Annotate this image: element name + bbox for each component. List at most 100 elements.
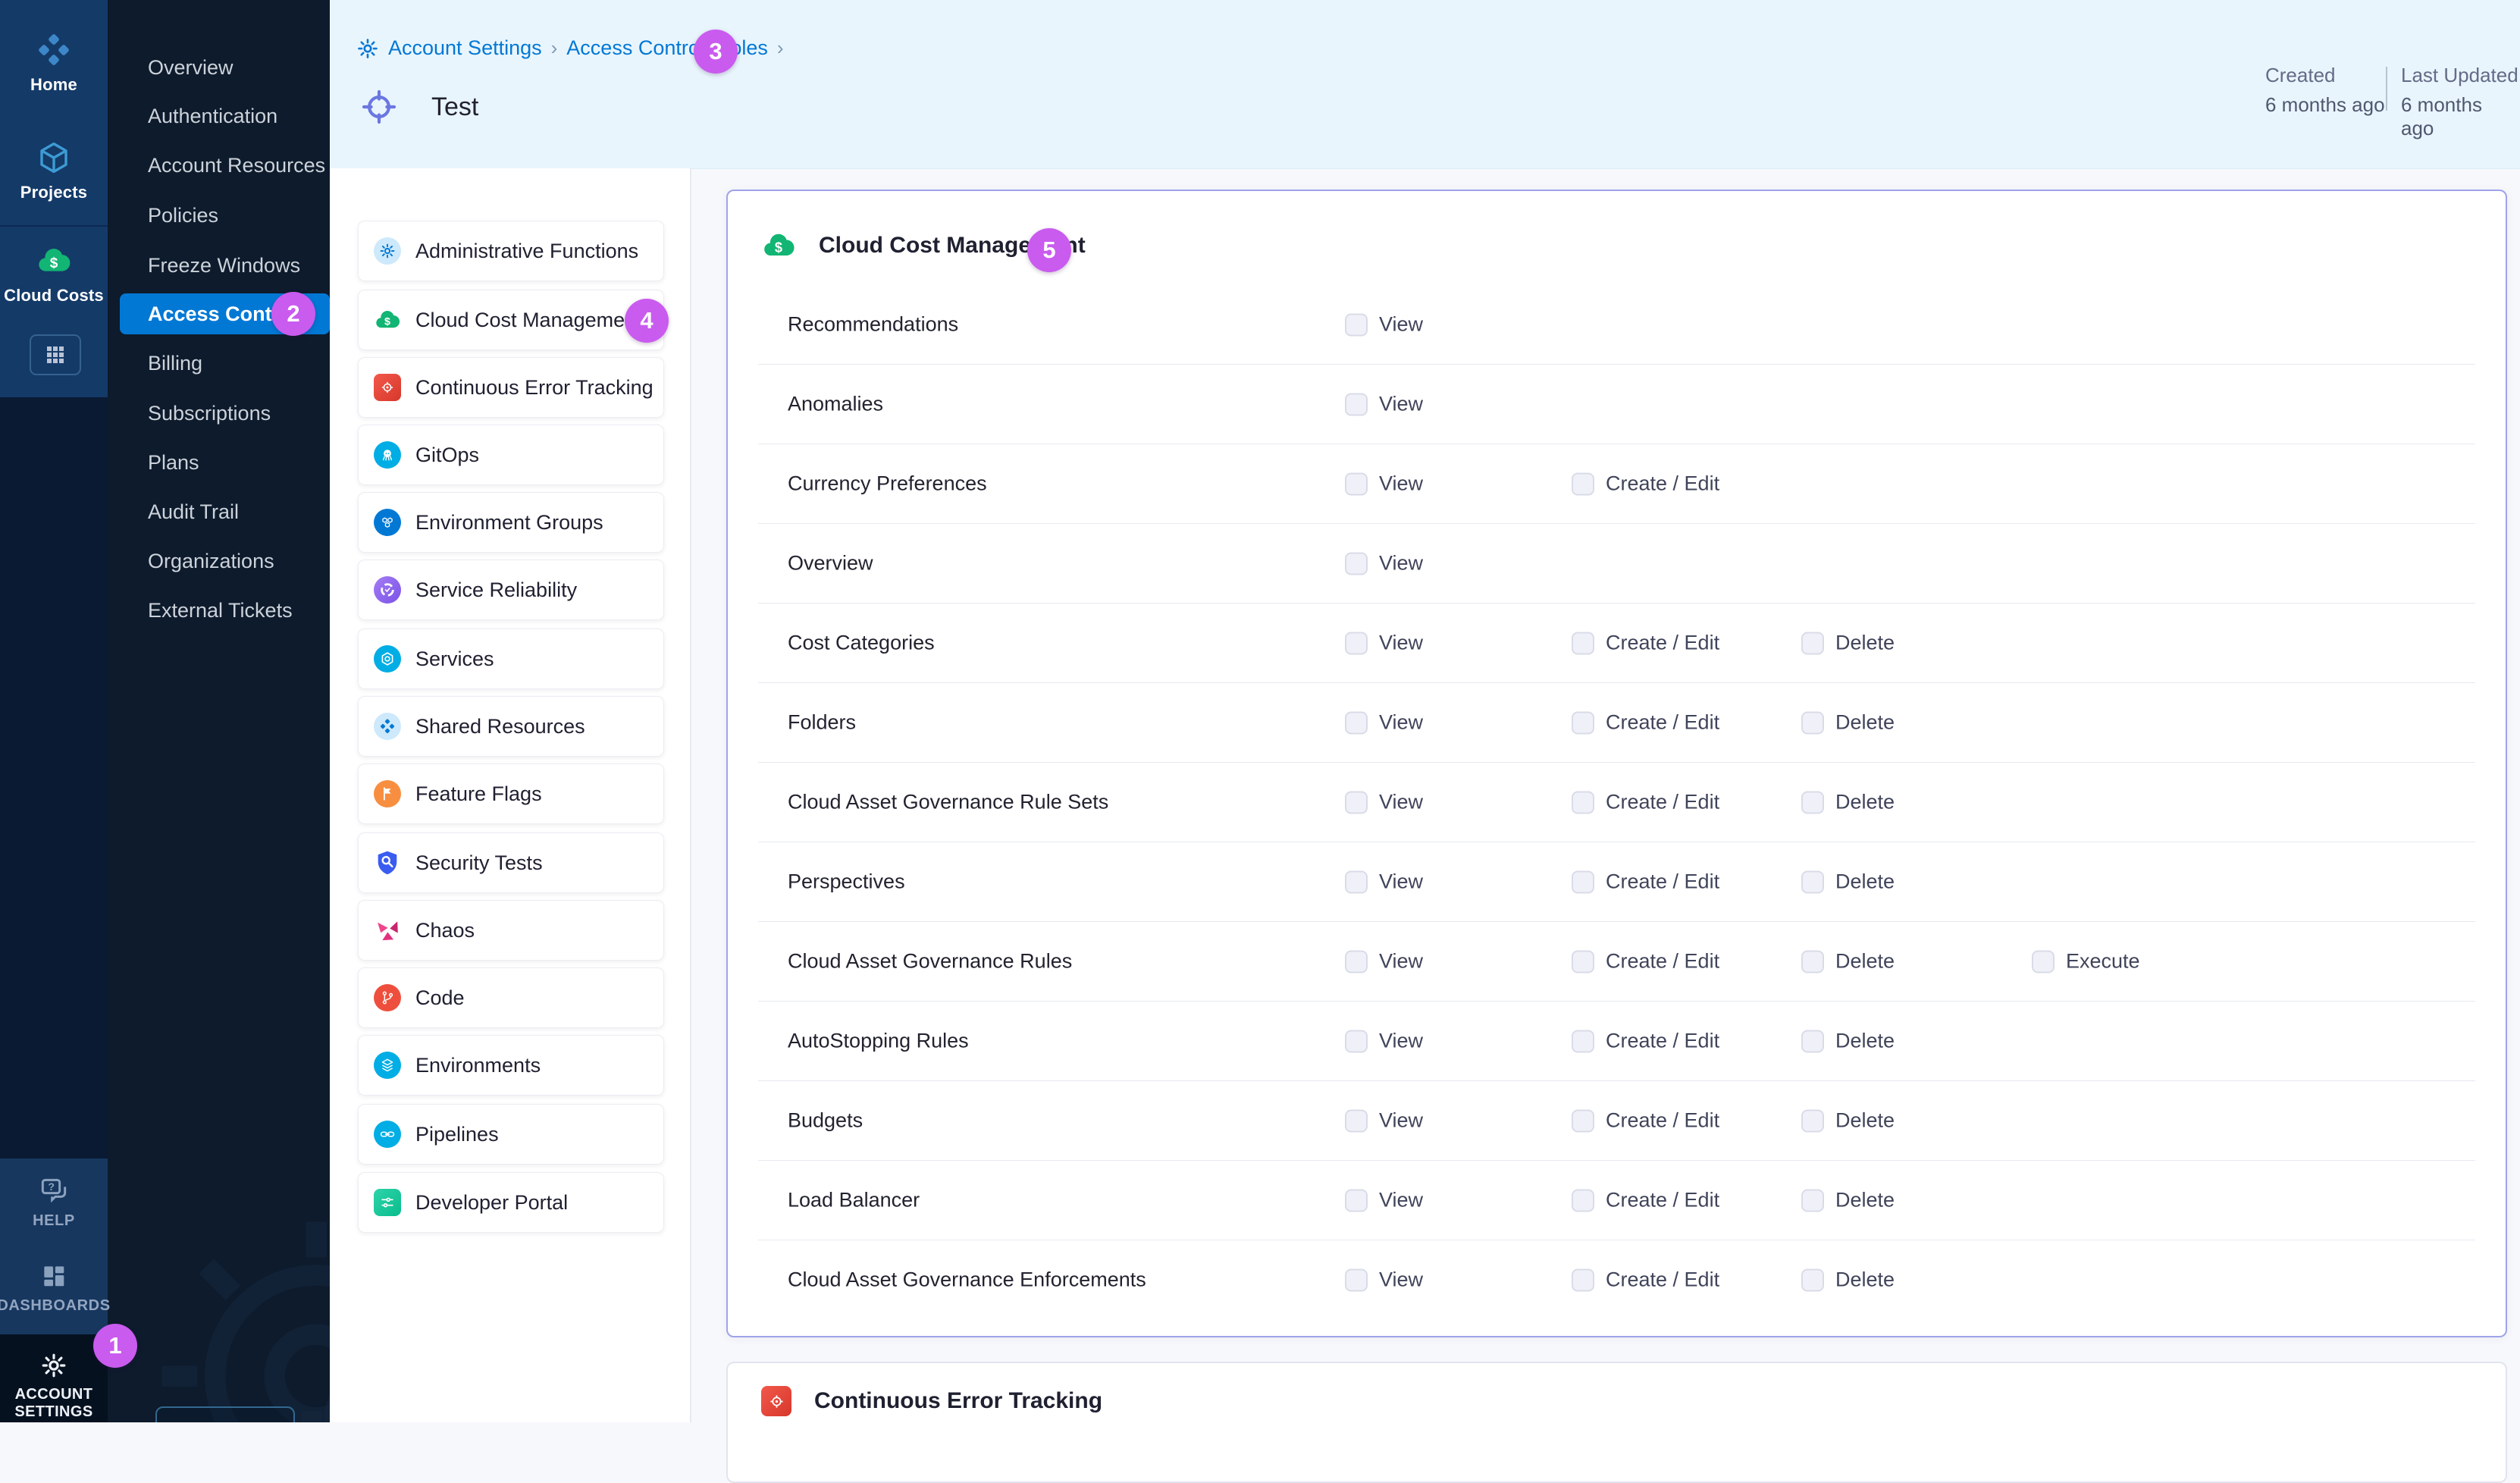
create-edit-checkbox[interactable] (1572, 950, 1594, 973)
rail-item-cloud-costs[interactable]: $Cloud Costs (0, 243, 108, 306)
permission-option-label[interactable]: Create / Edit (1606, 1189, 1719, 1212)
permission-option-label[interactable]: Delete (1835, 1109, 1895, 1133)
permission-option-label[interactable]: Delete (1835, 632, 1895, 655)
view-checkbox[interactable] (1345, 950, 1368, 973)
permission-option-label[interactable]: Delete (1835, 791, 1895, 814)
permission-option-label[interactable]: Delete (1835, 950, 1895, 974)
module-card-pipelines[interactable]: Pipelines (358, 1104, 664, 1165)
module-card-feature-flags[interactable]: Feature Flags (358, 763, 664, 824)
sidebar-item-authentication[interactable]: Authentication (108, 96, 330, 136)
permission-option-label[interactable]: Delete (1835, 1189, 1895, 1212)
create-edit-checkbox[interactable] (1572, 791, 1594, 814)
permission-option-label[interactable]: Delete (1835, 870, 1895, 894)
view-checkbox[interactable] (1345, 870, 1368, 893)
permission-option-label[interactable]: View (1379, 950, 1423, 974)
module-card-cloud-cost-management[interactable]: $Cloud Cost Management (358, 290, 664, 350)
permission-option-label[interactable]: Create / Edit (1606, 632, 1719, 655)
create-edit-checkbox[interactable] (1572, 1109, 1594, 1132)
delete-checkbox[interactable] (1801, 1030, 1824, 1052)
delete-checkbox[interactable] (1801, 870, 1824, 893)
permission-option-label[interactable]: Create / Edit (1606, 1109, 1719, 1133)
create-edit-checkbox[interactable] (1572, 711, 1594, 734)
view-checkbox[interactable] (1345, 313, 1368, 336)
view-checkbox[interactable] (1345, 1189, 1368, 1212)
rail-item-dashboards[interactable]: DASHBOARDS (0, 1262, 108, 1315)
rail-item-account-settings[interactable]: ACCOUNT SETTINGS (0, 1352, 108, 1421)
breadcrumb-link-account-settings[interactable]: Account Settings (388, 36, 542, 60)
module-card-environment-groups[interactable]: Environment Groups (358, 492, 664, 553)
delete-checkbox[interactable] (1801, 950, 1824, 973)
sidebar-item-organizations[interactable]: Organizations (108, 541, 330, 582)
delete-checkbox[interactable] (1801, 1189, 1824, 1212)
create-edit-checkbox[interactable] (1572, 1030, 1594, 1052)
module-card-service-reliability[interactable]: Service Reliability (358, 560, 664, 620)
module-card-code[interactable]: Code (358, 967, 664, 1028)
sidebar-item-billing[interactable]: Billing (108, 343, 330, 384)
permission-option-label[interactable]: View (1379, 552, 1423, 575)
view-checkbox[interactable] (1345, 472, 1368, 495)
delete-checkbox[interactable] (1801, 632, 1824, 654)
module-card-gitops[interactable]: GitOps (358, 425, 664, 485)
view-checkbox[interactable] (1345, 552, 1368, 575)
view-checkbox[interactable] (1345, 393, 1368, 415)
view-checkbox[interactable] (1345, 1109, 1368, 1132)
permission-option-label[interactable]: Create / Edit (1606, 711, 1719, 735)
delete-checkbox[interactable] (1801, 711, 1824, 734)
module-card-developer-portal[interactable]: Developer Portal (358, 1172, 664, 1233)
delete-checkbox[interactable] (1801, 1268, 1824, 1291)
permission-option-label[interactable]: View (1379, 791, 1423, 814)
sidebar-item-audit-trail[interactable]: Audit Trail (108, 491, 330, 532)
sidebar-item-account-resources[interactable]: Account Resources (108, 145, 330, 186)
permission-option-label[interactable]: View (1379, 1030, 1423, 1053)
sidebar-item-external-tickets[interactable]: External Tickets (108, 590, 330, 631)
permission-option-label[interactable]: Create / Edit (1606, 472, 1719, 496)
permission-option-label[interactable]: View (1379, 711, 1423, 735)
create-edit-checkbox[interactable] (1572, 632, 1594, 654)
permission-option-label[interactable]: Create / Edit (1606, 1030, 1719, 1053)
module-card-security-tests[interactable]: Security Tests (358, 832, 664, 893)
module-card-shared-resources[interactable]: Shared Resources (358, 696, 664, 757)
permission-option-label[interactable]: View (1379, 632, 1423, 655)
permission-option-label[interactable]: Create / Edit (1606, 950, 1719, 974)
module-grid-button[interactable] (30, 334, 81, 375)
view-checkbox[interactable] (1345, 1030, 1368, 1052)
permission-option-label[interactable]: View (1379, 1189, 1423, 1212)
rail-item-help[interactable]: ? HELP (0, 1175, 108, 1230)
sidebar-item-overview[interactable]: Overview (108, 47, 330, 88)
delete-checkbox[interactable] (1801, 791, 1824, 814)
permission-option-label[interactable]: View (1379, 1268, 1423, 1292)
delete-checkbox[interactable] (1801, 1109, 1824, 1132)
view-checkbox[interactable] (1345, 1268, 1368, 1291)
sidebar-item-plans[interactable]: Plans (108, 442, 330, 483)
sidebar-item-freeze-windows[interactable]: Freeze Windows (108, 245, 330, 286)
sidebar-item-subscriptions[interactable]: Subscriptions (108, 393, 330, 434)
rail-item-home[interactable]: Home (0, 32, 108, 95)
permission-option-label[interactable]: Create / Edit (1606, 870, 1719, 894)
module-card-chaos[interactable]: Chaos (358, 900, 664, 961)
view-checkbox[interactable] (1345, 791, 1368, 814)
sidebar-item-policies[interactable]: Policies (108, 195, 330, 236)
permission-option-label[interactable]: Delete (1835, 711, 1895, 735)
execute-checkbox[interactable] (2032, 950, 2055, 973)
create-edit-checkbox[interactable] (1572, 870, 1594, 893)
permission-option-label[interactable]: Create / Edit (1606, 1268, 1719, 1292)
module-card-environments[interactable]: Environments (358, 1035, 664, 1096)
sidebar-collapse-button[interactable] (155, 1406, 295, 1422)
permission-option-label[interactable]: Delete (1835, 1030, 1895, 1053)
permission-option-label[interactable]: View (1379, 393, 1423, 416)
permission-option-label[interactable]: View (1379, 313, 1423, 337)
view-checkbox[interactable] (1345, 711, 1368, 734)
module-card-services[interactable]: Services (358, 629, 664, 689)
rail-item-projects[interactable]: Projects (0, 140, 108, 202)
permission-option-label[interactable]: Execute (2066, 950, 2140, 974)
permission-option-label[interactable]: Delete (1835, 1268, 1895, 1292)
breadcrumb-link-access-control-roles[interactable]: Access Control: Roles (566, 36, 768, 60)
module-card-continuous-error-tracking[interactable]: Continuous Error Tracking (358, 357, 664, 418)
view-checkbox[interactable] (1345, 632, 1368, 654)
permission-option-label[interactable]: Create / Edit (1606, 791, 1719, 814)
create-edit-checkbox[interactable] (1572, 1189, 1594, 1212)
permission-option-label[interactable]: View (1379, 870, 1423, 894)
create-edit-checkbox[interactable] (1572, 472, 1594, 495)
permission-option-label[interactable]: View (1379, 472, 1423, 496)
permission-option-label[interactable]: View (1379, 1109, 1423, 1133)
